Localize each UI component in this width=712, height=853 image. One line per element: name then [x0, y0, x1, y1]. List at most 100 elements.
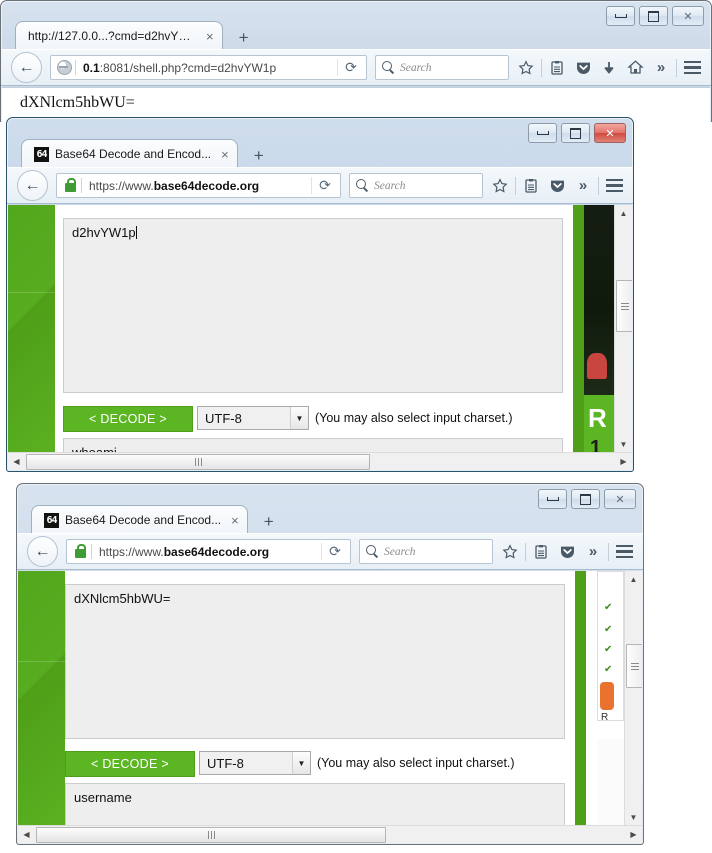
- address-bar[interactable]: 0.1:8081/shell.php?cmd=d2hvYW1p ⟳: [50, 55, 367, 80]
- ad-photo[interactable]: [584, 205, 614, 395]
- search-placeholder: Search: [384, 545, 416, 558]
- horizontal-scroll-thumb[interactable]: [26, 454, 370, 470]
- base64-input-textarea[interactable]: dXNlcm5hbWU=: [65, 584, 565, 739]
- base64-input-value: d2hvYW1p: [72, 225, 136, 240]
- reload-icon[interactable]: ⟳: [311, 177, 338, 194]
- ad-subline: 1: [590, 437, 602, 453]
- bookmark-star-icon[interactable]: [487, 173, 513, 199]
- divider: [525, 542, 526, 561]
- divider: [541, 58, 542, 77]
- toolbar-icons: »: [487, 173, 627, 199]
- site-identity-lock-icon[interactable]: [59, 177, 81, 192]
- new-tab-button[interactable]: +: [231, 26, 257, 50]
- charset-select[interactable]: UTF-8 ▼: [199, 751, 311, 775]
- address-bar-text: https://www.base64decode.org: [99, 544, 270, 559]
- reading-list-icon[interactable]: [528, 539, 554, 565]
- charset-select[interactable]: UTF-8 ▼: [197, 406, 309, 430]
- tab-title: Base64 Decode and Encod...: [65, 513, 222, 527]
- site-left-green-band: [8, 205, 55, 470]
- browser-window-shell[interactable]: ✕ http://127.0.0...?cmd=d2hvYW1p × + ← 0…: [0, 0, 712, 122]
- site-left-green-band: [18, 571, 65, 843]
- page-vertical-scrollbar[interactable]: ▲ ▼: [624, 571, 642, 826]
- divider: [676, 58, 677, 77]
- menu-hamburger-icon[interactable]: [601, 173, 627, 199]
- right-green-band: [573, 205, 584, 453]
- new-tab-button[interactable]: +: [246, 144, 272, 168]
- menu-hamburger-icon[interactable]: [679, 55, 705, 81]
- back-button[interactable]: ←: [27, 536, 58, 567]
- ad-cta-button[interactable]: [600, 682, 614, 710]
- chevron-down-icon[interactable]: ▼: [292, 752, 310, 774]
- base64-input-value: dXNlcm5hbWU=: [74, 591, 171, 606]
- chevron-down-icon[interactable]: ▼: [290, 407, 308, 429]
- tab-shell[interactable]: http://127.0.0...?cmd=d2hvYW1p ×: [15, 21, 223, 50]
- window-frame: ✕ http://127.0.0...?cmd=d2hvYW1p × + ← 0…: [0, 0, 712, 122]
- menu-hamburger-icon[interactable]: [611, 539, 637, 565]
- text-caret: [135, 226, 137, 239]
- tab-close-icon[interactable]: ×: [227, 514, 239, 527]
- vertical-scroll-thumb[interactable]: [626, 644, 642, 688]
- page-horizontal-scrollbar[interactable]: ◀ ▶: [18, 825, 642, 843]
- site-identity-globe-icon[interactable]: [53, 60, 75, 75]
- new-tab-button[interactable]: +: [256, 510, 282, 534]
- page-horizontal-scrollbar[interactable]: ◀ ▶: [8, 452, 632, 470]
- tab-base64-decode[interactable]: 64 Base64 Decode and Encod... ×: [31, 505, 248, 534]
- pocket-icon[interactable]: [554, 539, 580, 565]
- reading-list-icon[interactable]: [518, 173, 544, 199]
- ad-feature-list[interactable]: ✔ ✔ ✔ ✔ R: [597, 571, 624, 721]
- navigation-toolbar: ← 0.1:8081/shell.php?cmd=d2hvYW1p ⟳ Sear…: [1, 49, 711, 86]
- reload-icon[interactable]: ⟳: [321, 543, 348, 560]
- site-identity-lock-icon[interactable]: [69, 543, 91, 558]
- scroll-up-arrow[interactable]: ▲: [615, 205, 632, 222]
- overflow-chevrons-icon[interactable]: »: [570, 173, 596, 199]
- scroll-right-arrow[interactable]: ▶: [615, 453, 632, 470]
- ad-secondary-block[interactable]: [597, 739, 624, 826]
- divider: [598, 176, 599, 195]
- search-bar[interactable]: Search: [349, 173, 483, 198]
- tab-close-icon[interactable]: ×: [202, 30, 214, 43]
- vertical-scroll-thumb[interactable]: [616, 280, 632, 332]
- toolbar-icons: »: [497, 539, 637, 565]
- horizontal-scroll-thumb[interactable]: [36, 827, 386, 843]
- address-bar-text: https://www.base64decode.org: [89, 178, 260, 193]
- decode-button[interactable]: < DECODE >: [65, 751, 195, 777]
- scroll-left-arrow[interactable]: ◀: [8, 453, 25, 470]
- minimize-icon: [614, 14, 627, 18]
- address-bar[interactable]: https://www.base64decode.org ⟳: [56, 173, 341, 198]
- search-bar[interactable]: Search: [375, 55, 509, 80]
- overflow-chevrons-icon[interactable]: »: [580, 539, 606, 565]
- tab-base64-decode[interactable]: 64 Base64 Decode and Encod... ×: [21, 139, 238, 168]
- scroll-left-arrow[interactable]: ◀: [18, 826, 35, 843]
- search-placeholder: Search: [374, 179, 406, 192]
- scroll-down-arrow[interactable]: ▼: [625, 809, 642, 826]
- divider: [515, 176, 516, 195]
- back-button[interactable]: ←: [11, 52, 42, 83]
- browser-window-decoder-top[interactable]: ✕ 64 Base64 Decode and Encod... × + ← ht…: [6, 117, 634, 472]
- overflow-chevrons-icon[interactable]: »: [648, 55, 674, 81]
- bookmark-star-icon[interactable]: [513, 55, 539, 81]
- charset-value: UTF-8: [205, 410, 242, 426]
- back-button[interactable]: ←: [17, 170, 48, 201]
- search-bar[interactable]: Search: [359, 539, 493, 564]
- decode-button[interactable]: < DECODE >: [63, 406, 193, 432]
- minimize-icon: [546, 497, 559, 501]
- scroll-up-arrow[interactable]: ▲: [625, 571, 642, 588]
- browser-window-decoder-bottom[interactable]: ✕ 64 Base64 Decode and Encod... × + ← ht…: [16, 483, 644, 845]
- page-vertical-scrollbar[interactable]: ▲ ▼: [614, 205, 632, 453]
- scroll-right-arrow[interactable]: ▶: [625, 826, 642, 843]
- tab-close-icon[interactable]: ×: [217, 148, 229, 161]
- pocket-icon[interactable]: [544, 173, 570, 199]
- home-icon[interactable]: [622, 55, 648, 81]
- ad-green-block[interactable]: R 1: [584, 395, 614, 453]
- pocket-icon[interactable]: [570, 55, 596, 81]
- reload-icon[interactable]: ⟳: [337, 59, 364, 76]
- navigation-toolbar: ← https://www.base64decode.org ⟳ Search: [17, 533, 643, 570]
- bookmark-star-icon[interactable]: [497, 539, 523, 565]
- check-icon: ✔: [604, 644, 613, 655]
- downloads-icon[interactable]: [596, 55, 622, 81]
- address-bar[interactable]: https://www.base64decode.org ⟳: [66, 539, 351, 564]
- scroll-down-arrow[interactable]: ▼: [615, 436, 632, 453]
- base64-input-textarea[interactable]: d2hvYW1p: [63, 218, 563, 393]
- reading-list-icon[interactable]: [544, 55, 570, 81]
- ad-headline: R: [588, 403, 607, 433]
